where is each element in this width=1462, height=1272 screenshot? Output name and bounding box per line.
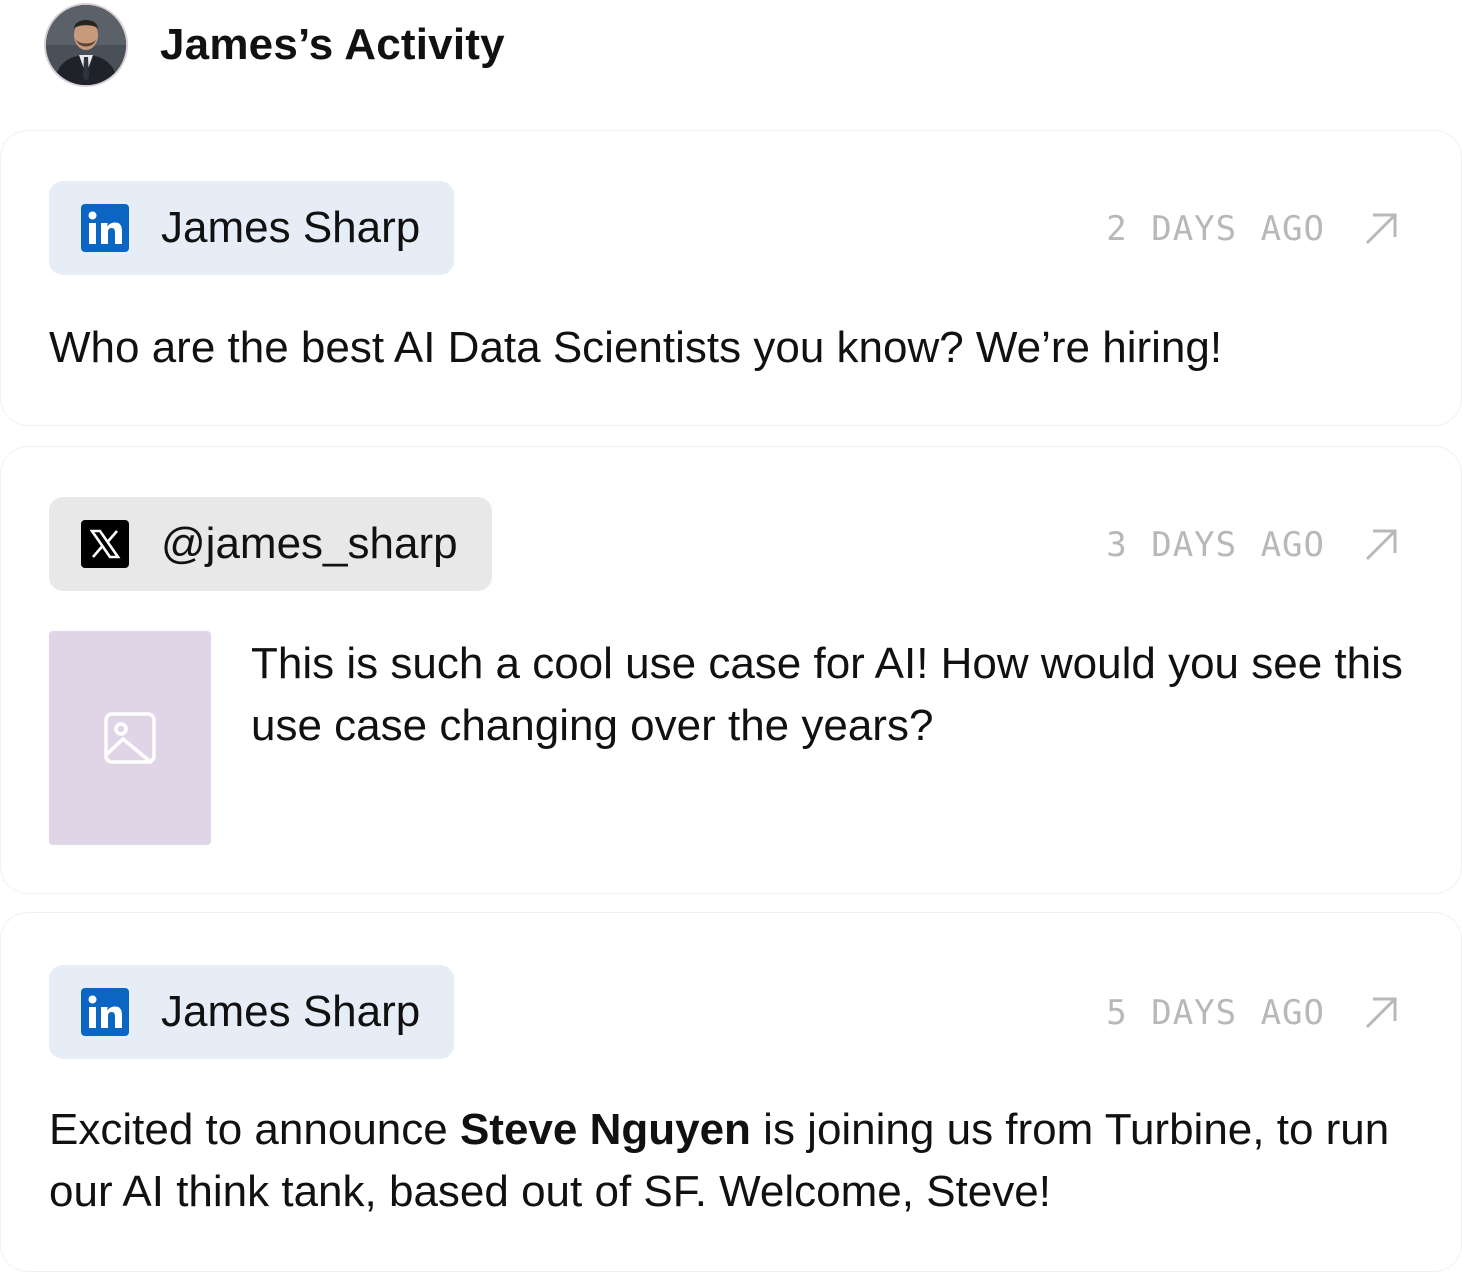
arrow-up-right-icon [1365, 997, 1397, 1029]
timestamp: 5 DAYS AGO [1106, 993, 1325, 1033]
author-name: James Sharp [161, 987, 421, 1036]
activity-card[interactable]: James Sharp 2 DAYS AGO Who are the best … [0, 130, 1462, 426]
source-badge-x[interactable]: @james_sharp [49, 497, 492, 591]
activity-card[interactable]: @james_sharp 3 DAYS AGO This is such a c… [0, 446, 1462, 894]
timestamp: 3 DAYS AGO [1106, 525, 1325, 565]
activity-card[interactable]: James Sharp 5 DAYS AGO Excited to announ… [0, 912, 1462, 1272]
post-meta: 3 DAYS AGO [1106, 525, 1401, 565]
source-badge-linkedin[interactable]: James Sharp [49, 181, 455, 275]
page-title: James’s Activity [160, 20, 505, 69]
author-name: James Sharp [161, 203, 421, 252]
mentioned-person[interactable]: Steve Nguyen [460, 1105, 751, 1154]
open-post-button[interactable] [1361, 209, 1401, 249]
post-text-part: Excited to announce [49, 1105, 460, 1154]
arrow-up-right-icon [1365, 529, 1397, 561]
arrow-up-right-icon [1365, 213, 1397, 245]
post-meta: 2 DAYS AGO [1106, 209, 1401, 249]
post-meta: 5 DAYS AGO [1106, 993, 1401, 1033]
person-avatar-icon [46, 5, 126, 85]
timestamp: 2 DAYS AGO [1106, 209, 1325, 249]
post-text: Excited to announce Steve Nguyen is join… [49, 1099, 1421, 1223]
linkedin-icon [81, 988, 129, 1036]
author-handle: @james_sharp [161, 519, 458, 568]
avatar[interactable] [44, 3, 128, 87]
source-badge-linkedin[interactable]: James Sharp [49, 965, 455, 1059]
post-text: This is such a cool use case for AI! How… [251, 639, 1403, 750]
activity-header: James’s Activity [44, 2, 505, 88]
post-text: Who are the best AI Data Scientists you … [49, 323, 1223, 372]
x-icon [81, 520, 129, 568]
image-placeholder-icon [104, 712, 156, 765]
open-post-button[interactable] [1361, 993, 1401, 1033]
open-post-button[interactable] [1361, 525, 1401, 565]
linkedin-icon [81, 204, 129, 252]
post-thumbnail[interactable] [49, 631, 211, 845]
